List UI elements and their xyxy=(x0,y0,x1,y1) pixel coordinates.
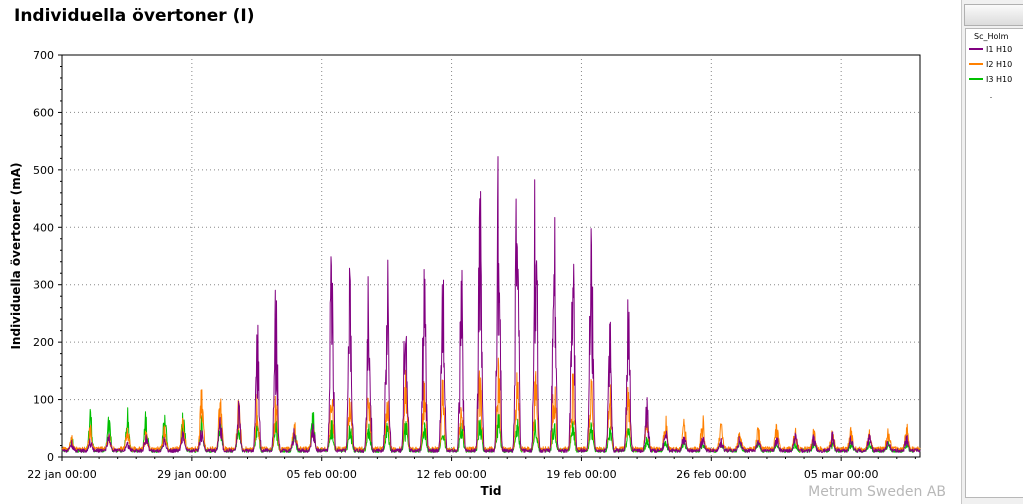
legend-label-i3: I3 H10 xyxy=(986,74,1013,84)
legend-label-i2: I2 H10 xyxy=(986,59,1013,69)
x-tick-label: 22 jan 00:00 xyxy=(27,468,96,481)
legend-panel: Sc_Holm I1 H10 I2 H10 I3 H10 xyxy=(961,0,1023,504)
legend-swatch-i3 xyxy=(969,78,983,80)
x-tick-label: 19 feb 00:00 xyxy=(546,468,616,481)
y-tick-label: 0 xyxy=(47,451,54,464)
line-chart: 0 100 200 300 400 500 600 700 22 jan 00:00 29 jan… xyxy=(9,49,921,498)
legend-item-i2[interactable]: I2 H10 xyxy=(969,58,1023,70)
x-axis-title: Tid xyxy=(481,484,502,498)
legend-dot xyxy=(990,97,992,98)
legend-title: Sc_Holm xyxy=(974,32,1009,41)
legend-item-i3[interactable]: I3 H10 xyxy=(969,73,1023,85)
y-tick-label: 600 xyxy=(33,106,54,119)
legend-item-i1[interactable]: I1 H10 xyxy=(969,43,1023,55)
chart-panel: 0 100 200 300 400 500 600 700 22 jan 00:00 29 jan… xyxy=(0,0,958,504)
y-tick-label: 300 xyxy=(33,279,54,292)
x-tick-label: 29 jan 00:00 xyxy=(157,468,226,481)
legend-swatch-i1 xyxy=(969,48,983,50)
x-tick-label: 05 feb 00:00 xyxy=(287,468,357,481)
legend-label-i1: I1 H10 xyxy=(986,44,1013,54)
chart-title: Individuella övertoner (I) xyxy=(14,6,255,26)
y-tick-label: 700 xyxy=(33,49,54,62)
x-tick-label: 26 feb 00:00 xyxy=(676,468,746,481)
y-tick-label: 100 xyxy=(33,394,54,407)
legend-swatch-i2 xyxy=(969,63,983,65)
plot-area xyxy=(61,54,921,458)
y-tick-label: 400 xyxy=(33,221,54,234)
legend-box[interactable]: Sc_Holm I1 H10 I2 H10 I3 H10 xyxy=(965,28,1023,498)
legend-header xyxy=(964,4,1023,26)
y-tick-label: 200 xyxy=(33,336,54,349)
y-axis-title: Individuella övertoner (mA) xyxy=(9,162,23,349)
watermark: Metrum Sweden AB xyxy=(808,484,946,500)
x-tick-label: 12 feb 00:00 xyxy=(416,468,486,481)
y-tick-label: 500 xyxy=(33,164,54,177)
x-tick-label: 05 mar 00:00 xyxy=(804,468,879,481)
